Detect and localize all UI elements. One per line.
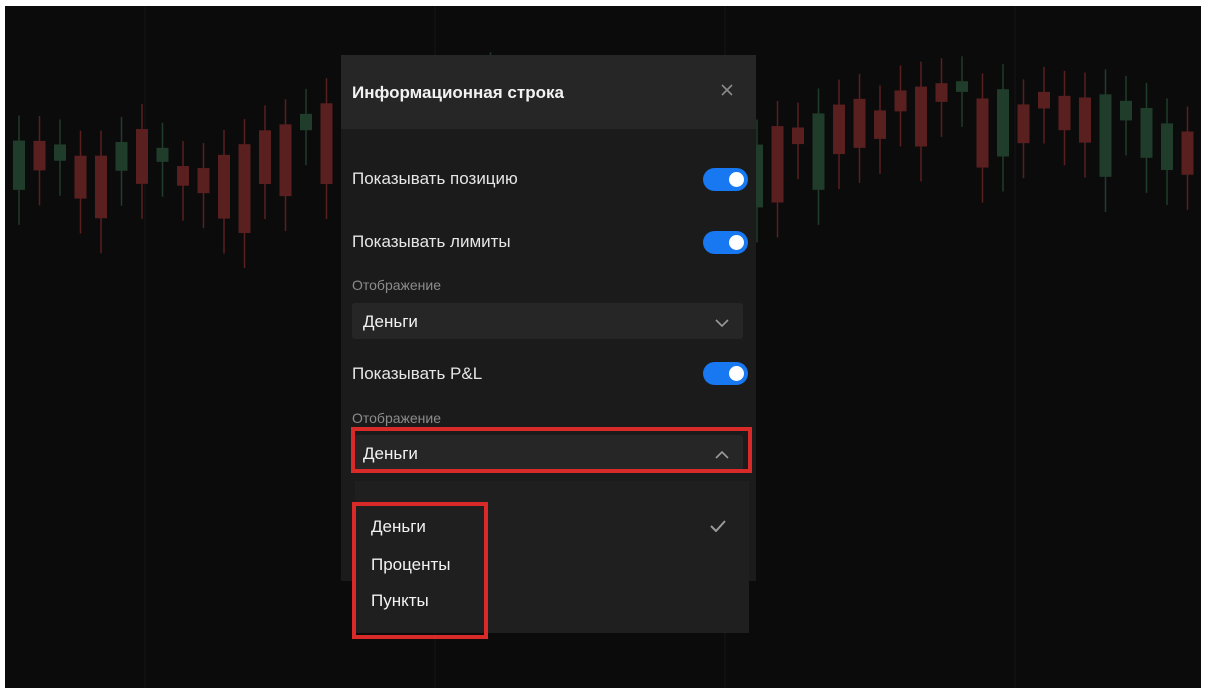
candle-body <box>320 103 333 185</box>
candle-body <box>300 113 312 131</box>
candle-body <box>136 129 148 184</box>
limits-display-label: Отображение <box>352 277 442 293</box>
candle-body <box>997 89 1009 157</box>
candle-body <box>792 127 804 145</box>
show-pnl-toggle[interactable] <box>703 362 748 385</box>
candle-body <box>95 155 107 219</box>
candle-body <box>853 98 866 148</box>
candle-body <box>1017 104 1030 144</box>
candle-body <box>1038 91 1050 109</box>
check-icon <box>710 519 726 533</box>
chevron-up-icon <box>715 447 729 459</box>
toggle-knob <box>729 235 744 250</box>
candle-body <box>1120 100 1132 121</box>
candle-body <box>279 124 292 197</box>
candle-body <box>177 166 189 186</box>
candle-body <box>218 154 230 219</box>
candle-body <box>1181 131 1194 175</box>
close-icon[interactable] <box>719 82 735 98</box>
candle-body <box>771 126 784 203</box>
chevron-down-icon <box>715 315 729 328</box>
candle-body <box>1079 97 1091 143</box>
candle-body <box>833 104 845 155</box>
option-percent[interactable]: Проценты <box>371 555 451 575</box>
pnl-display-select[interactable]: Деньги <box>352 435 743 471</box>
candle-body <box>54 144 66 161</box>
dialog-title: Информационная строка <box>352 83 564 102</box>
candle-body <box>1161 123 1173 171</box>
pnl-display-label: Отображение <box>352 410 442 426</box>
candle-body <box>13 140 25 190</box>
screenshot-frame: Информационная строка Показывать позицию… <box>5 6 1201 688</box>
option-points[interactable]: Пункты <box>371 591 429 611</box>
limits-display-select[interactable]: Деньги <box>352 303 743 339</box>
candle-body <box>976 98 989 168</box>
candle-body <box>1099 94 1112 177</box>
candle-body <box>812 113 825 190</box>
pnl-display-value: Деньги <box>363 444 418 463</box>
candle-body <box>33 140 46 171</box>
dialog-header: Информационная строка <box>341 55 756 129</box>
show-limits-label: Показывать лимиты <box>352 232 511 251</box>
limits-display-value: Деньги <box>363 312 418 331</box>
candle-body <box>874 110 886 139</box>
candle-body <box>1058 95 1071 131</box>
toggle-knob <box>729 172 744 187</box>
candle-body <box>956 81 968 92</box>
show-position-toggle[interactable] <box>703 168 748 191</box>
show-limits-toggle[interactable] <box>703 231 748 254</box>
candle-body <box>915 86 927 147</box>
toggle-knob <box>729 366 744 381</box>
candle-body <box>1140 107 1153 158</box>
show-position-label: Показывать позицию <box>352 169 518 188</box>
option-money[interactable]: Деньги <box>371 517 426 537</box>
candle-body <box>894 90 907 112</box>
candle-body <box>935 83 948 102</box>
candle-body <box>238 144 251 234</box>
candle-body <box>156 147 169 162</box>
candle-body <box>115 141 128 171</box>
display-options-dropdown: Деньги Проценты Пункты <box>355 481 749 633</box>
candle-body <box>74 155 87 199</box>
candle-body <box>197 168 210 194</box>
candle-body <box>259 130 271 185</box>
show-pnl-label: Показывать P&L <box>352 364 483 383</box>
